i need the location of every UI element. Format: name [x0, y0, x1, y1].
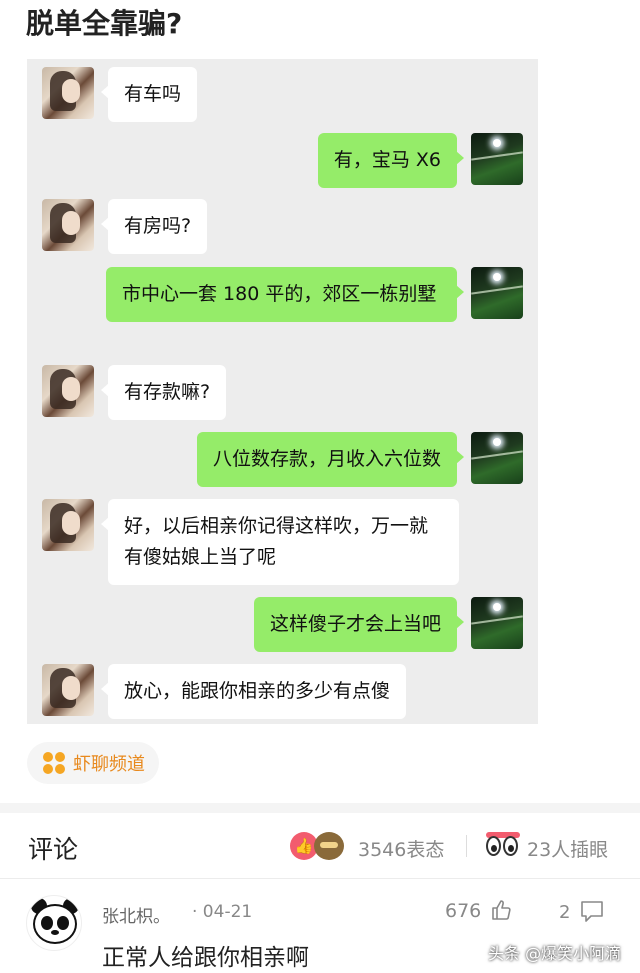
message-bubble-received: 好，以后相亲你记得这样吹，万一就有傻姑娘上当了呢	[101, 499, 459, 585]
self-avatar	[471, 597, 523, 649]
message-bubble-received: 有车吗	[100, 67, 198, 122]
thumbs-up-icon[interactable]	[490, 898, 514, 922]
channel-label: 虾聊频道	[73, 754, 145, 775]
message-bubble-sent: 这样傻子才会上当吧	[253, 597, 465, 652]
reply-bubble-icon[interactable]	[579, 899, 605, 923]
watermark-text: 头条 @爆笑小阿滴	[488, 944, 622, 963]
comment-reply-count[interactable]: 2	[559, 902, 570, 923]
comment-date: · 04-21	[192, 902, 253, 922]
section-divider	[0, 803, 640, 813]
self-avatar	[471, 133, 523, 185]
contact-avatar	[42, 67, 94, 119]
message-bubble-received: 有存款嘛?	[100, 365, 227, 420]
commenter-avatar[interactable]	[26, 895, 82, 951]
channel-tag-button[interactable]: 虾聊频道	[27, 742, 159, 784]
comments-title: 评论	[28, 835, 79, 864]
contact-avatar	[42, 199, 94, 251]
post-title: 脱单全靠骗?	[26, 7, 183, 40]
chat-screenshot-image: 有车吗 有，宝马 X6 有房吗? 市中心一套 180 平的，郊区一栋别墅 有存款…	[27, 59, 538, 724]
message-bubble-received: 有房吗?	[100, 199, 208, 254]
reactions-count[interactable]: 3546表态	[358, 835, 444, 862]
self-avatar	[471, 432, 523, 484]
comment-like-count[interactable]: 676	[445, 900, 481, 922]
clover-icon	[43, 752, 65, 774]
message-bubble-sent: 有，宝马 X6	[317, 133, 465, 188]
message-bubble-sent: 市中心一套 180 平的，郊区一栋别墅	[106, 267, 464, 322]
eyes-icon[interactable]	[486, 832, 520, 860]
message-bubble-sent: 八位数存款，月收入六位数	[196, 432, 465, 487]
contact-avatar	[42, 499, 94, 551]
contact-avatar	[42, 365, 94, 417]
face-reaction-icon	[314, 832, 344, 860]
comment-text: 正常人给跟你相亲啊	[102, 945, 309, 971]
header-separator	[466, 835, 467, 857]
watching-count[interactable]: 23人插眼	[527, 835, 608, 862]
comments-header: 评论 👍 3546表态 23人插眼	[0, 813, 640, 879]
commenter-name[interactable]: 张北枳。	[102, 902, 170, 927]
contact-avatar	[42, 664, 94, 716]
message-bubble-received: 放心，能跟你相亲的多少有点傻	[100, 664, 407, 719]
self-avatar	[471, 267, 523, 319]
reactions-button[interactable]: 👍	[290, 830, 348, 862]
